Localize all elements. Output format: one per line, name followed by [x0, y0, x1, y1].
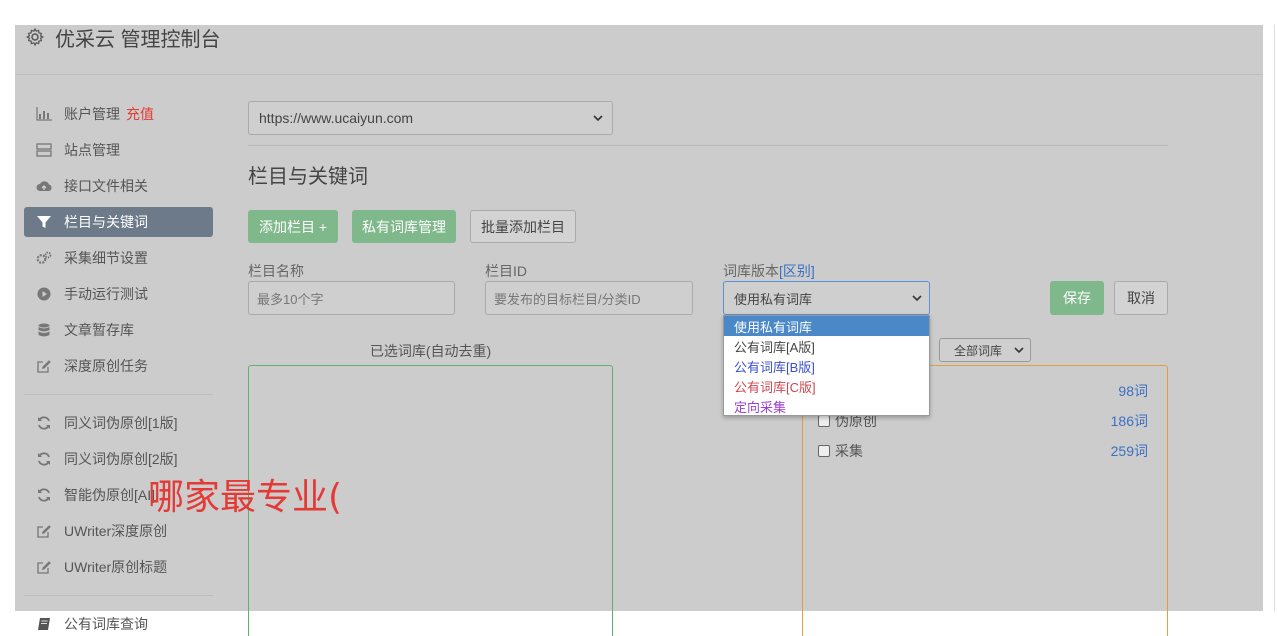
brand[interactable]: 优采云 管理控制台 [25, 25, 221, 51]
library-row[interactable]: 采集 259词 [818, 441, 1148, 461]
chevron-down-icon [1013, 344, 1025, 356]
dropdown-option-public-a[interactable]: 公有词库[A版] [724, 336, 929, 356]
sidebar-item-label: 深度原创任务 [64, 358, 148, 374]
app-title: 优采云 管理控制台 [55, 28, 221, 51]
filter-icon [36, 214, 52, 230]
database-icon [36, 322, 52, 338]
sidebar-item-collect-settings[interactable]: 采集细节设置 [24, 243, 213, 273]
selected-library-title: 已选词库(自动去重) [369, 343, 492, 359]
library-label: 采集 [835, 443, 863, 459]
sidebar-item-columns-keywords[interactable]: 栏目与关键词 [24, 207, 213, 237]
gear-icon [25, 27, 45, 47]
sidebar-item-sites[interactable]: 站点管理 [24, 135, 213, 165]
header: 优采云 管理控制台 [15, 25, 1263, 75]
play-circle-icon [36, 286, 52, 302]
library-count: 259词 [1110, 443, 1148, 459]
library-count: 98词 [1118, 383, 1148, 399]
batch-add-column-button[interactable]: 批量添加栏目 [470, 210, 576, 243]
sidebar-item-label: UWriter原创标题 [64, 559, 168, 575]
overlay-caption: 哪家最专业( [148, 477, 343, 518]
cancel-button[interactable]: 取消 [1114, 281, 1168, 315]
column-id-input[interactable]: 要发布的目标栏目/分类ID [485, 281, 693, 315]
section-divider [248, 145, 1168, 146]
refresh-icon [36, 487, 52, 503]
cloud-upload-icon [36, 178, 52, 194]
chevron-down-icon [911, 292, 923, 304]
refresh-icon [36, 451, 52, 467]
recharge-link[interactable]: 充值 [126, 104, 154, 124]
column-id-placeholder: 要发布的目标栏目/分类ID [494, 291, 641, 307]
page-title: 栏目与关键词 [248, 166, 368, 188]
column-id-label: 栏目ID [485, 263, 527, 279]
bar-chart-icon [36, 106, 52, 122]
sidebar-item-uwriter-deep[interactable]: UWriter深度原创 [24, 516, 213, 546]
library-version-label: 词库版本[区别] [723, 261, 815, 281]
sidebar-item-label: 手动运行测试 [64, 286, 148, 302]
sidebar-item-public-lib-query[interactable]: 公有词库查询 [24, 609, 213, 636]
sidebar-item-account[interactable]: 账户管理 充值 [24, 99, 213, 129]
book-icon [36, 616, 52, 632]
dropdown-option-directed[interactable]: 定向采集 [724, 396, 929, 416]
site-select-value: https://www.ucaiyun.com [259, 110, 414, 126]
right-edge [1274, 25, 1275, 611]
dropdown-option-private[interactable]: 使用私有词库 [724, 316, 929, 336]
library-checkbox[interactable] [818, 445, 830, 457]
sidebar-item-label: 站点管理 [64, 142, 120, 158]
save-button[interactable]: 保存 [1050, 281, 1104, 315]
sidebar-divider [24, 595, 213, 596]
dropdown-option-public-b[interactable]: 公有词库[B版] [724, 356, 929, 376]
refresh-icon [36, 415, 52, 431]
edit-icon [36, 523, 52, 539]
sidebar-item-label: 栏目与关键词 [64, 214, 148, 230]
library-count: 186词 [1110, 413, 1148, 429]
library-version-value: 使用私有词库 [734, 291, 813, 307]
server-icon [36, 142, 52, 158]
dropdown-option-public-c[interactable]: 公有词库[C版] [724, 376, 929, 396]
sidebar-item-label: 同义词伪原创[1版] [64, 415, 178, 431]
sidebar-item-label: 同义词伪原创[2版] [64, 451, 178, 467]
sidebar-item-label: 账户管理 [64, 106, 120, 122]
cogs-icon [36, 250, 52, 266]
column-name-placeholder: 最多10个字 [257, 291, 324, 307]
top-strip [0, 0, 1277, 25]
sidebar-item-label: 文章暂存库 [64, 322, 134, 338]
site-select[interactable]: https://www.ucaiyun.com [248, 101, 613, 135]
column-name-input[interactable]: 最多10个字 [248, 281, 455, 315]
sidebar-item-article-storage[interactable]: 文章暂存库 [24, 315, 213, 345]
library-version-label-text: 词库版本 [723, 263, 779, 279]
add-column-button[interactable]: 添加栏目 + [248, 210, 338, 243]
sidebar-item-uwriter-title[interactable]: UWriter原创标题 [24, 552, 213, 582]
sidebar-item-synonym-v1[interactable]: 同义词伪原创[1版] [24, 408, 213, 438]
private-library-button[interactable]: 私有词库管理 [352, 210, 456, 243]
chevron-down-icon [592, 112, 604, 124]
sidebar-item-deep-original[interactable]: 深度原创任务 [24, 351, 213, 381]
edit-icon [36, 358, 52, 374]
sidebar-item-manual-test[interactable]: 手动运行测试 [24, 279, 213, 309]
library-filter-value: 全部词库 [954, 343, 1003, 358]
edit-icon [36, 559, 52, 575]
sidebar-item-label: UWriter深度原创 [64, 523, 168, 539]
sidebar-item-api-files[interactable]: 接口文件相关 [24, 171, 213, 201]
sidebar-item-label: 公有词库查询 [64, 616, 148, 632]
sidebar-divider [24, 394, 213, 395]
library-version-dropdown: 使用私有词库 公有词库[A版] 公有词库[B版] 公有词库[C版] 定向采集 [723, 315, 930, 416]
column-name-label: 栏目名称 [248, 263, 304, 279]
sidebar-item-label: 智能伪原创[AI] [64, 487, 156, 503]
library-version-select[interactable]: 使用私有词库 [723, 281, 930, 315]
sidebar-item-label: 接口文件相关 [64, 178, 148, 194]
library-filter-select[interactable]: 全部词库 [939, 338, 1031, 362]
difference-link[interactable]: [区别] [779, 263, 815, 279]
library-checkbox[interactable] [818, 415, 830, 427]
sidebar-item-label: 采集细节设置 [64, 250, 148, 266]
